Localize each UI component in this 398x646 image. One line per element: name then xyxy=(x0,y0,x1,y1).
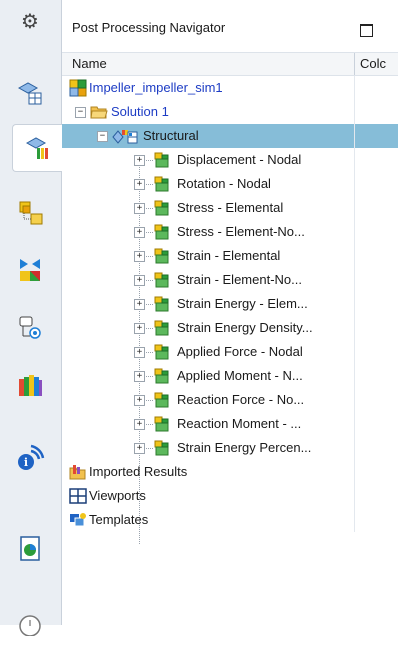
tree-row-result[interactable]: + Applied Force - Nodal xyxy=(62,340,398,364)
resource-bar: ⚙ i xyxy=(0,0,62,636)
result-icon xyxy=(153,391,171,409)
tree-row-label: Templates xyxy=(89,512,149,527)
fem-icon[interactable] xyxy=(6,190,54,236)
tree-row-label: Structural xyxy=(143,128,199,143)
navigator-title: Post Processing Navigator xyxy=(72,20,226,35)
constraint-icon[interactable] xyxy=(6,304,54,350)
column-color[interactable]: Colc xyxy=(360,56,386,71)
result-icon xyxy=(153,295,171,313)
history-icon[interactable] xyxy=(6,362,54,408)
tree-row-label: Reaction Force - No... xyxy=(177,392,305,407)
result-icon xyxy=(153,415,171,433)
post-processing-navigator: Post Processing Navigator Name Colc Impe… xyxy=(62,0,398,625)
column-header: Name Colc xyxy=(62,52,398,76)
tree-row-label: Strain - Element-No... xyxy=(177,272,302,287)
result-icon xyxy=(153,271,171,289)
result-icon xyxy=(153,175,171,193)
gear-icon[interactable]: ⚙ xyxy=(17,8,43,34)
expand-toggle[interactable]: + xyxy=(134,419,145,430)
folder-icon xyxy=(90,103,108,121)
tree-row-imported-results[interactable]: Imported Results xyxy=(62,460,398,484)
tree-row-label: Strain - Elemental xyxy=(177,248,281,263)
tree-row-label: Applied Force - Nodal xyxy=(177,344,303,359)
tree-row-templates[interactable]: Templates xyxy=(62,508,398,532)
simulation-icon xyxy=(69,79,87,97)
svg-text:i: i xyxy=(24,456,28,469)
tree-row-result[interactable]: + Strain Energy Percen... xyxy=(62,436,398,460)
expand-toggle[interactable]: + xyxy=(134,275,145,286)
tree-row-result[interactable]: + Strain - Elemental xyxy=(62,244,398,268)
tree-row-result[interactable]: + Applied Moment - N... xyxy=(62,364,398,388)
tree-row-label: Strain Energy Density... xyxy=(177,320,313,335)
expand-toggle[interactable]: + xyxy=(134,443,145,454)
tree-row-solution[interactable]: − Solution 1 xyxy=(62,100,398,124)
tree-row-label: Stress - Elemental xyxy=(177,200,284,215)
navigator-header: Post Processing Navigator xyxy=(62,0,398,52)
tree-row-result[interactable]: + Strain - Element-No... xyxy=(62,268,398,292)
templates-icon xyxy=(69,511,87,529)
result-icon xyxy=(153,343,171,361)
result-icon xyxy=(153,223,171,241)
expand-toggle[interactable]: + xyxy=(134,251,145,262)
report-icon[interactable] xyxy=(6,526,54,572)
tree-row-result[interactable]: + Strain Energy Density... xyxy=(62,316,398,340)
result-icon xyxy=(153,151,171,169)
viewports-icon xyxy=(69,487,87,505)
imported-results-icon xyxy=(69,463,87,481)
tree-row-label: Stress - Element-No... xyxy=(177,224,305,239)
sim-navigator-icon[interactable] xyxy=(6,70,54,116)
expand-toggle[interactable]: + xyxy=(134,227,145,238)
tree-row-label: Solution 1 xyxy=(111,104,169,119)
tree-row-result[interactable]: + Reaction Force - No... xyxy=(62,388,398,412)
column-divider[interactable] xyxy=(354,53,355,75)
tree-row-label: Strain Energy - Elem... xyxy=(177,296,308,311)
column-name[interactable]: Name xyxy=(72,56,107,71)
clock-icon[interactable] xyxy=(6,600,54,646)
expand-toggle[interactable]: + xyxy=(134,371,145,382)
tree-row-result[interactable]: + Stress - Element-No... xyxy=(62,220,398,244)
collapse-toggle[interactable]: − xyxy=(97,131,108,142)
expand-toggle[interactable]: + xyxy=(134,395,145,406)
tree-row-label: Imported Results xyxy=(89,464,188,479)
result-icon xyxy=(153,439,171,457)
expand-toggle[interactable]: + xyxy=(134,203,145,214)
tree-row-result[interactable]: + Strain Energy - Elem... xyxy=(62,292,398,316)
expand-toggle[interactable]: + xyxy=(134,179,145,190)
tree-row-label: Viewports xyxy=(89,488,146,503)
assembly-fem-icon[interactable] xyxy=(6,246,54,292)
result-icon xyxy=(153,367,171,385)
tree-row-label: Rotation - Nodal xyxy=(177,176,271,191)
tree-row-root[interactable]: Impeller_impeller_sim1 xyxy=(62,76,398,100)
result-icon xyxy=(153,319,171,337)
tree-row-result[interactable]: + Reaction Moment - ... xyxy=(62,412,398,436)
tree-row-structural[interactable]: − Structural xyxy=(62,124,398,148)
tree-row-viewports[interactable]: Viewports xyxy=(62,484,398,508)
expand-toggle[interactable]: + xyxy=(134,299,145,310)
expand-toggle[interactable]: + xyxy=(134,323,145,334)
result-icon xyxy=(153,247,171,265)
tree-row-label: Strain Energy Percen... xyxy=(177,440,312,455)
post-processing-navigator-icon[interactable] xyxy=(12,124,62,172)
info-icon[interactable]: i xyxy=(6,434,54,480)
expand-toggle[interactable]: + xyxy=(134,155,145,166)
collapse-toggle[interactable]: − xyxy=(75,107,86,118)
result-icon xyxy=(153,199,171,217)
maximize-icon[interactable] xyxy=(360,24,373,37)
tree-row-label: Displacement - Nodal xyxy=(177,152,302,167)
tree-row-label: Reaction Moment - ... xyxy=(177,416,302,431)
expand-toggle[interactable]: + xyxy=(134,347,145,358)
tree-row-label: Impeller_impeller_sim1 xyxy=(89,80,223,95)
tree-row-result[interactable]: + Rotation - Nodal xyxy=(62,172,398,196)
tree-row-result[interactable]: + Stress - Elemental xyxy=(62,196,398,220)
structural-result-icon xyxy=(112,127,138,145)
tree-row-label: Applied Moment - N... xyxy=(177,368,303,383)
tree-row-result[interactable]: + Displacement - Nodal xyxy=(62,148,398,172)
